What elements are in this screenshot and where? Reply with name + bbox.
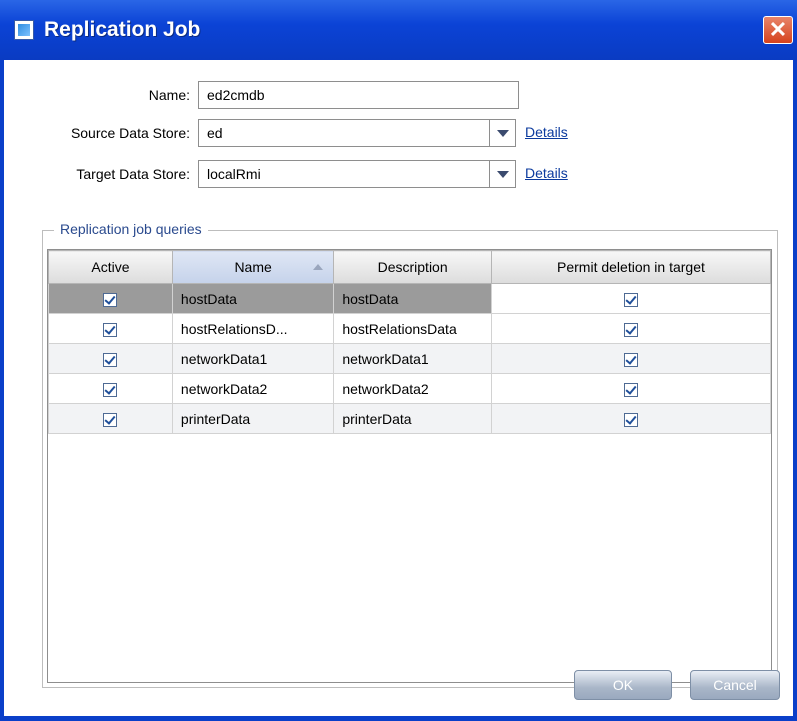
active-checkbox-cell[interactable] <box>48 373 173 404</box>
checkbox-checked-icon[interactable] <box>103 352 118 367</box>
active-checkbox-cell[interactable] <box>48 403 173 434</box>
app-window-icon <box>14 20 34 40</box>
cancel-button[interactable]: Cancel <box>690 670 780 700</box>
active-checkbox-cell[interactable] <box>48 313 173 344</box>
checkbox-checked-icon[interactable] <box>623 292 638 307</box>
checkbox-checked-icon[interactable] <box>103 412 118 427</box>
query-description-cell[interactable]: networkData1 <box>333 343 492 374</box>
query-description-cell[interactable]: printerData <box>333 403 492 434</box>
query-name-cell[interactable]: networkData2 <box>171 373 335 404</box>
checkbox-checked-icon[interactable] <box>623 412 638 427</box>
table-row[interactable]: printerData printerData <box>48 403 772 434</box>
column-header-permit-deletion[interactable]: Permit deletion in target <box>490 250 772 284</box>
column-header-name-label: Name <box>234 259 272 275</box>
name-input[interactable]: ed2cmdb <box>198 81 519 109</box>
checkbox-checked-icon[interactable] <box>103 292 118 307</box>
column-header-name[interactable]: Name <box>171 250 335 284</box>
source-details-link[interactable]: Details <box>525 124 568 140</box>
queries-table[interactable]: Active Name Description Permit deletion … <box>47 249 772 683</box>
query-name-cell[interactable]: hostRelationsD... <box>171 313 335 344</box>
source-data-store-label: Source Data Store: <box>70 125 190 141</box>
query-description-cell[interactable]: hostData <box>333 283 492 314</box>
checkbox-checked-icon[interactable] <box>623 322 638 337</box>
dialog-body: Name: ed2cmdb Source Data Store: ed Deta… <box>4 60 793 716</box>
checkbox-checked-icon[interactable] <box>103 322 118 337</box>
sort-ascending-icon <box>313 264 324 270</box>
table-row[interactable]: networkData1 networkData1 <box>48 343 772 374</box>
chevron-down-icon[interactable] <box>490 160 516 188</box>
replication-job-window: Replication Job ✕ Name: ed2cmdb Source D… <box>0 0 797 721</box>
query-name-cell[interactable]: networkData1 <box>171 343 335 374</box>
permit-checkbox-cell[interactable] <box>490 343 772 374</box>
target-details-link[interactable]: Details <box>525 165 568 181</box>
active-checkbox-cell[interactable] <box>48 283 173 314</box>
window-title: Replication Job <box>44 18 201 41</box>
table-row[interactable]: hostRelationsD... hostRelationsData <box>48 313 772 344</box>
permit-checkbox-cell[interactable] <box>490 403 772 434</box>
name-label: Name: <box>148 87 190 103</box>
title-bar[interactable]: Replication Job ✕ <box>0 0 797 60</box>
query-description-cell[interactable]: networkData2 <box>333 373 492 404</box>
active-checkbox-cell[interactable] <box>48 343 173 374</box>
ok-button[interactable]: OK <box>574 670 672 700</box>
checkbox-checked-icon[interactable] <box>623 352 638 367</box>
source-data-store-select[interactable]: ed <box>198 119 490 147</box>
table-row[interactable]: hostData hostData <box>48 283 772 314</box>
query-name-cell[interactable]: printerData <box>171 403 335 434</box>
close-button[interactable]: ✕ <box>763 16 793 44</box>
chevron-down-icon[interactable] <box>490 119 516 147</box>
permit-checkbox-cell[interactable] <box>490 373 772 404</box>
column-header-active[interactable]: Active <box>48 250 173 284</box>
close-icon: ✕ <box>768 17 788 42</box>
permit-checkbox-cell[interactable] <box>490 283 772 314</box>
checkbox-checked-icon[interactable] <box>623 382 638 397</box>
column-header-description[interactable]: Description <box>333 250 492 284</box>
group-title: Replication job queries <box>54 221 208 237</box>
permit-checkbox-cell[interactable] <box>490 313 772 344</box>
query-description-cell[interactable]: hostRelationsData <box>333 313 492 344</box>
checkbox-checked-icon[interactable] <box>103 382 118 397</box>
target-data-store-label: Target Data Store: <box>76 166 190 182</box>
target-data-store-select[interactable]: localRmi <box>198 160 490 188</box>
query-name-cell[interactable]: hostData <box>171 283 335 314</box>
table-row[interactable]: networkData2 networkData2 <box>48 373 772 404</box>
